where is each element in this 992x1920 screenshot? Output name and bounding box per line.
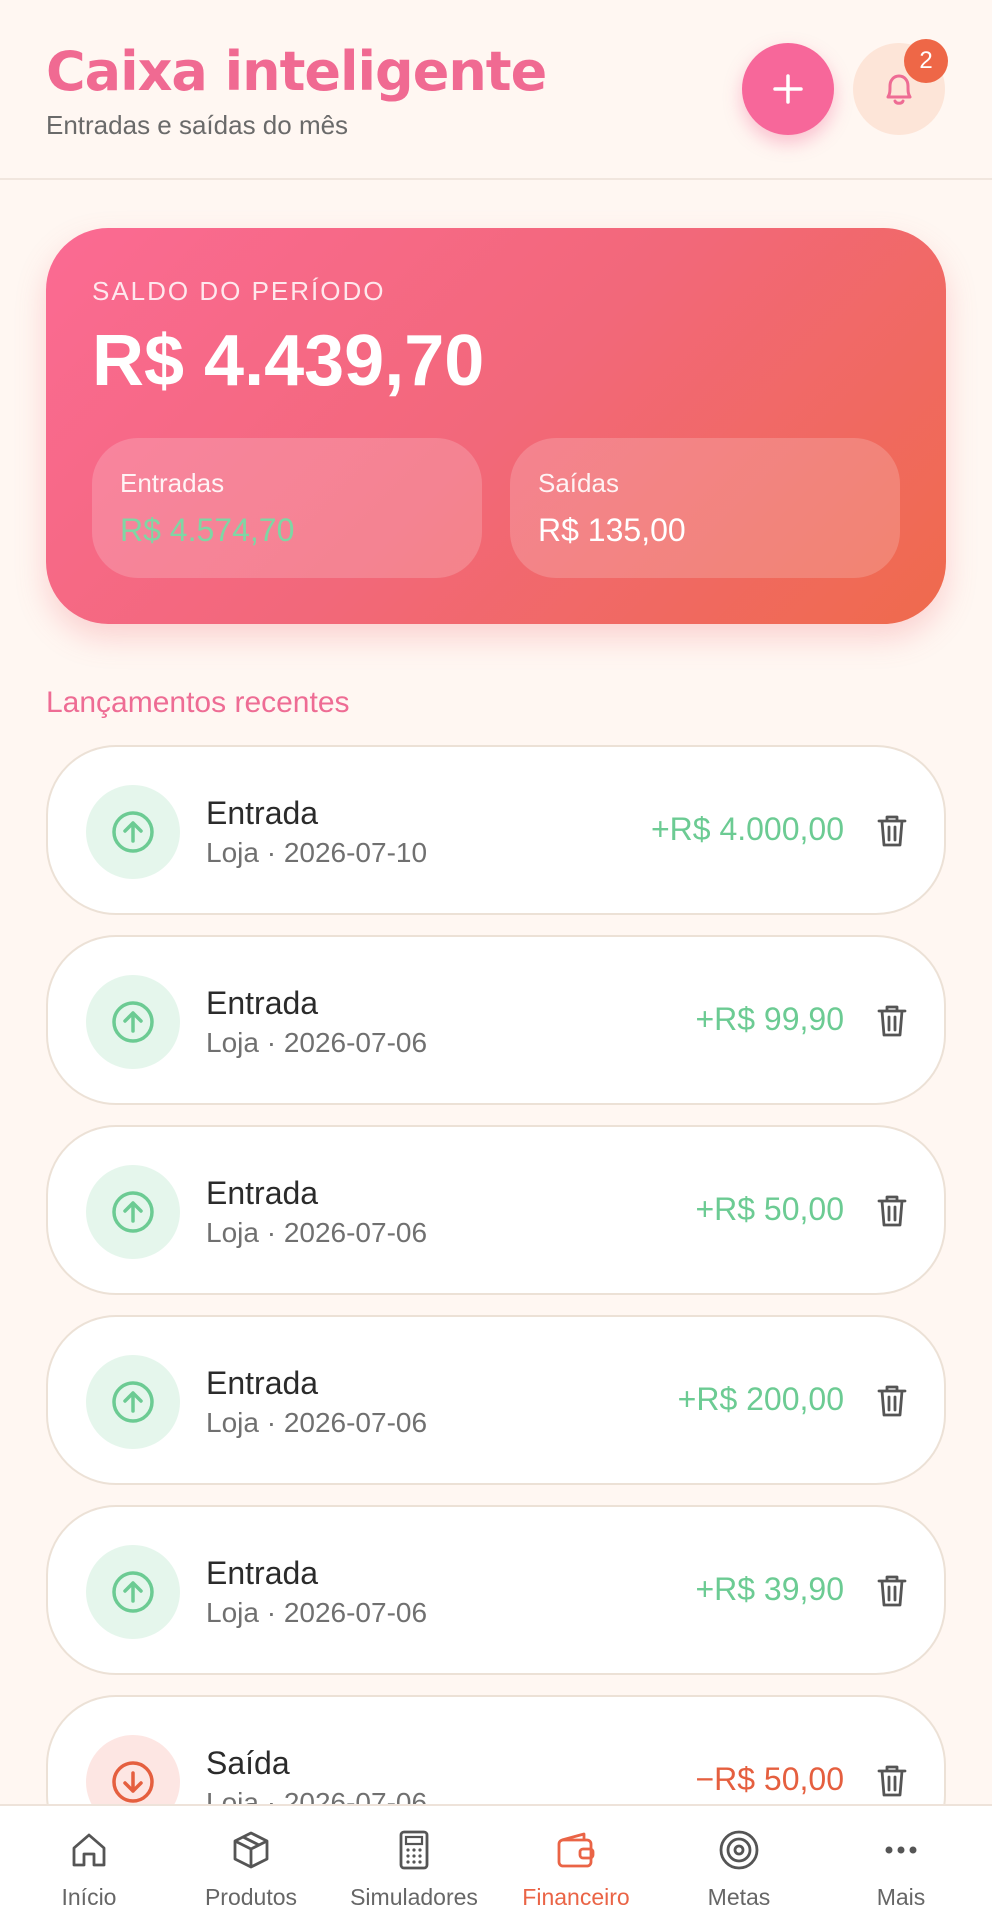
nav-item-simuladores[interactable]: Simuladores — [333, 1806, 495, 1920]
calculator-icon — [399, 1830, 429, 1870]
transaction-row[interactable]: Entrada Loja · 2026-07-06 +R$ 39,90 — [46, 1505, 946, 1675]
nav-item-produtos[interactable]: Produtos — [170, 1806, 332, 1920]
transaction-amount: +R$ 39,90 — [695, 1571, 844, 1607]
plus-icon — [773, 74, 803, 104]
box-icon — [233, 1831, 269, 1869]
transaction-row[interactable]: Saída Loja · 2026-07-06 −R$ 50,00 — [46, 1695, 946, 1805]
transaction-list: Entrada Loja · 2026-07-10 +R$ 4.000,00 E… — [46, 745, 946, 1805]
nav-label: Simuladores — [350, 1884, 478, 1910]
balance-card: SALDO DO PERÍODO R$ 4.439,70 Entradas R$… — [46, 228, 946, 624]
transaction-title: Entrada — [206, 795, 319, 831]
transaction-row[interactable]: Entrada Loja · 2026-07-10 +R$ 4.000,00 — [46, 745, 946, 915]
more-icon — [885, 1846, 917, 1854]
transaction-title: Entrada — [206, 1555, 319, 1591]
transaction-title: Entrada — [206, 1175, 319, 1211]
arrow-up-circle-icon — [86, 1545, 180, 1639]
arrow-down-circle-icon — [86, 1735, 180, 1805]
expense-summary: Saídas R$ 135,00 — [510, 438, 900, 578]
arrow-up-circle-icon — [86, 1355, 180, 1449]
transaction-title: Entrada — [206, 1365, 319, 1401]
home-icon — [72, 1833, 106, 1867]
trash-icon[interactable] — [872, 811, 912, 851]
transaction-row[interactable]: Entrada Loja · 2026-07-06 +R$ 200,00 — [46, 1315, 946, 1485]
income-value: R$ 4.574,70 — [120, 512, 295, 548]
transaction-meta: Loja · 2026-07-06 — [206, 1787, 428, 1805]
arrow-up-circle-icon — [86, 975, 180, 1069]
transaction-title: Entrada — [206, 985, 319, 1021]
income-label: Entradas — [120, 468, 225, 498]
transaction-row[interactable]: Entrada Loja · 2026-07-06 +R$ 50,00 — [46, 1125, 946, 1295]
transaction-title: Saída — [206, 1745, 290, 1781]
wallet-icon — [557, 1832, 595, 1868]
add-entry-button[interactable] — [742, 43, 834, 135]
nav-label: Início — [61, 1884, 117, 1910]
transaction-amount: +R$ 50,00 — [695, 1191, 844, 1227]
transaction-amount: −R$ 50,00 — [695, 1761, 844, 1797]
app-header: Caixa inteligente Entradas e saídas do m… — [0, 0, 992, 180]
expense-label: Saídas — [538, 468, 619, 498]
nav-label: Metas — [707, 1884, 771, 1910]
trash-icon[interactable] — [872, 1381, 912, 1421]
section-title: Lançamentos recentes — [46, 686, 350, 719]
nav-item-metas[interactable]: Metas — [658, 1806, 820, 1920]
transaction-meta: Loja · 2026-07-06 — [206, 1217, 428, 1248]
transaction-amount: +R$ 4.000,00 — [650, 811, 844, 847]
balance-value: R$ 4.439,70 — [92, 321, 485, 401]
nav-item-inicio[interactable]: Início — [8, 1806, 170, 1920]
transaction-meta: Loja · 2026-07-10 — [206, 837, 428, 868]
trash-icon[interactable] — [872, 1001, 912, 1041]
nav-label: Financeiro — [522, 1884, 630, 1910]
bottom-nav: Início Produtos Simuladores Financeiro M… — [0, 1804, 992, 1920]
transaction-meta: Loja · 2026-07-06 — [206, 1027, 428, 1058]
transaction-row[interactable]: Entrada Loja · 2026-07-06 +R$ 99,90 — [46, 935, 946, 1105]
transaction-meta: Loja · 2026-07-06 — [206, 1597, 428, 1628]
nav-item-financeiro[interactable]: Financeiro — [495, 1806, 657, 1920]
transaction-amount: +R$ 99,90 — [695, 1001, 844, 1037]
nav-item-mais[interactable]: Mais — [820, 1806, 982, 1920]
page-subtitle: Entradas e saídas do mês — [46, 110, 349, 140]
nav-label: Produtos — [204, 1884, 298, 1910]
nav-label: Mais — [876, 1884, 926, 1910]
notification-badge: 2 — [904, 39, 948, 83]
income-summary: Entradas R$ 4.574,70 — [92, 438, 482, 578]
trash-icon[interactable] — [872, 1761, 912, 1801]
target-icon — [719, 1830, 759, 1870]
arrow-up-circle-icon — [86, 1165, 180, 1259]
trash-icon[interactable] — [872, 1571, 912, 1611]
arrow-up-circle-icon — [86, 785, 180, 879]
page-title: Caixa inteligente — [46, 40, 547, 103]
transaction-amount: +R$ 200,00 — [677, 1381, 844, 1417]
expense-value: R$ 135,00 — [538, 512, 686, 548]
trash-icon[interactable] — [872, 1191, 912, 1231]
transaction-meta: Loja · 2026-07-06 — [206, 1407, 428, 1438]
balance-label: SALDO DO PERÍODO — [92, 276, 386, 306]
